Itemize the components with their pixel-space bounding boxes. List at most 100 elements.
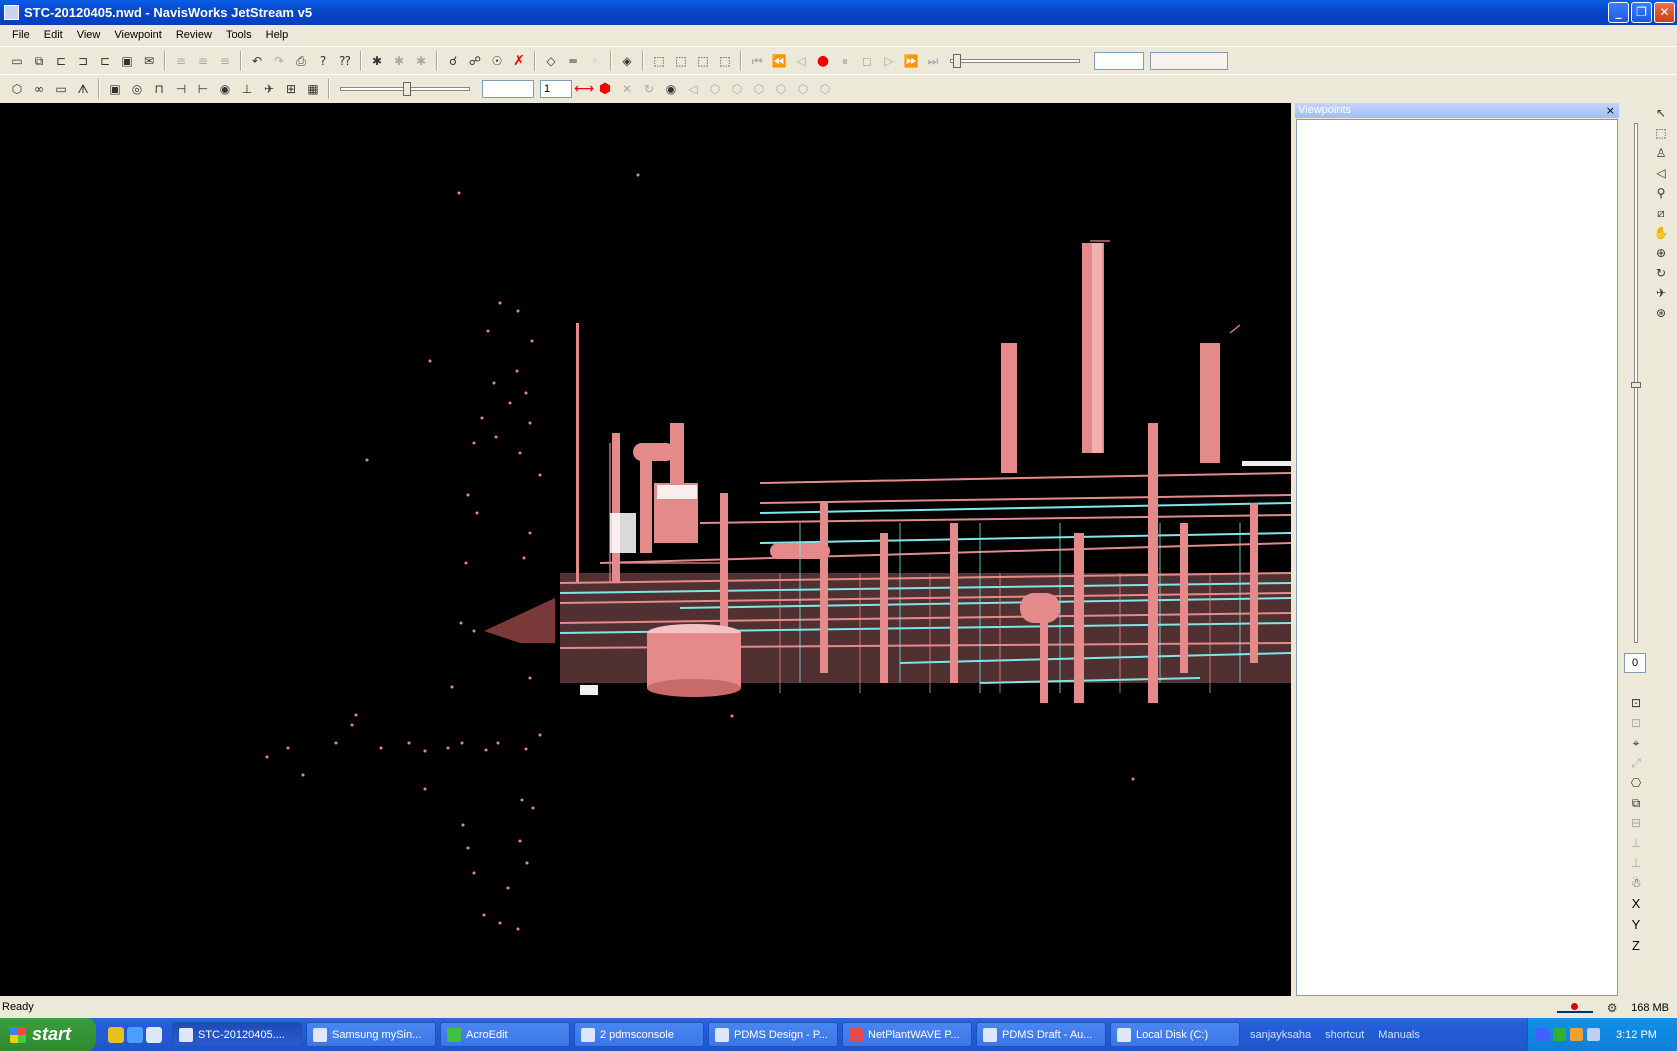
save-icon[interactable]: ▣ [118,52,136,70]
hide-unselected-icon[interactable]: ☉ [488,52,506,70]
require-icon[interactable]: ☍ [466,52,484,70]
section-view-7-icon[interactable]: ⬡ [816,80,834,98]
menu-tools[interactable]: Tools [219,29,259,41]
menu-edit[interactable]: Edit [37,29,70,41]
context-help-icon[interactable]: ⁇ [336,52,354,70]
line-icon[interactable]: ◇ [542,52,560,70]
select-box-icon[interactable]: ⬚ [1652,124,1670,142]
section-view-4-icon[interactable]: ⬡ [750,80,768,98]
delete-icon[interactable]: ✕ [618,80,636,98]
tree-icon[interactable]: ⊣ [172,80,190,98]
viewpoints-list[interactable] [1296,119,1618,996]
go-to-end-icon[interactable]: ⏭ [924,52,942,70]
step-back-icon[interactable]: ⏪ [770,52,788,70]
saved-viewpoints-icon[interactable]: ◎ [128,80,146,98]
section-view-6-icon[interactable]: ⬡ [794,80,812,98]
minimize-button[interactable]: _ [1608,2,1629,23]
select-pointer-icon[interactable]: ↖ [1652,104,1670,122]
tray-security-icon[interactable] [1553,1028,1566,1041]
zoom-selected-icon[interactable]: ⊡ [1627,714,1645,732]
point-icon[interactable]: ◦ [586,52,604,70]
close-button[interactable]: ✕ [1654,2,1675,23]
record-icon[interactable]: ● [814,52,832,70]
email-icon[interactable]: ✉ [140,52,158,70]
crouch-icon[interactable]: ⊥ [1627,854,1645,872]
view-cube-top-icon[interactable]: ⬚ [694,52,712,70]
view-cube-iso-icon[interactable]: ⬚ [716,52,734,70]
menu-file[interactable]: File [5,29,37,41]
task-navisworks[interactable]: STC-20120405.... [172,1022,302,1047]
turntable-icon[interactable]: ⊛ [1652,304,1670,322]
open-folder-icon[interactable]: ⊏ [52,52,70,70]
redo-icon[interactable]: ↷ [270,52,288,70]
chrome-icon[interactable] [108,1026,124,1043]
select-tree-icon[interactable]: ✱ [368,52,386,70]
menu-help[interactable]: Help [259,29,296,41]
align-right-icon[interactable]: ≡ [216,52,234,70]
menu-view[interactable]: View [70,29,108,41]
zoom-icon[interactable]: ⚲ [1652,184,1670,202]
y-axis-label[interactable]: Y [1632,917,1641,932]
go-to-start-icon[interactable]: ⏮ [748,52,766,70]
unhide-all-icon[interactable]: ✗ [510,52,528,70]
section-slider[interactable] [340,81,470,96]
section-value-field[interactable] [482,79,534,98]
show-desktop-icon[interactable] [146,1026,162,1043]
view-cube-side-icon[interactable]: ⬚ [672,52,690,70]
selection-sets-icon[interactable]: ✱ [412,52,430,70]
section-view-2-icon[interactable]: ⬡ [706,80,724,98]
task-samsung[interactable]: Samsung mySin... [306,1022,436,1047]
align-center-icon[interactable]: ≡ [194,52,212,70]
rotate-icon[interactable]: ↻ [640,80,658,98]
z-axis-label[interactable]: Z [1632,938,1640,953]
fly-icon[interactable]: ✈ [1652,284,1670,302]
focus-icon[interactable]: ⌖ [1627,734,1645,752]
measure-icon[interactable]: ᗑ [74,80,92,98]
task-acroedit[interactable]: AcroEdit [440,1022,570,1047]
section-view-3-icon[interactable]: ⬡ [728,80,746,98]
append-icon[interactable]: ⧉ [30,52,48,70]
viewpoint-camera-icon[interactable]: ▣ [106,80,124,98]
perspective-icon[interactable]: ⎔ [1627,774,1645,792]
orbit-icon[interactable]: ⊕ [1652,244,1670,262]
help-icon[interactable]: ? [314,52,332,70]
animation-frame-field[interactable] [1094,51,1144,70]
orthographic-icon[interactable]: ⧉ [1627,794,1645,812]
zoom-slider[interactable] [1631,123,1641,643]
task-local-disk[interactable]: Local Disk (C:) [1110,1022,1240,1047]
stop-icon[interactable]: ◻ [858,52,876,70]
merge-icon[interactable]: ⊏ [96,52,114,70]
section-select[interactable]: 1 [540,79,572,98]
section-view-1-icon[interactable]: ◁ [684,80,702,98]
gravity-icon[interactable]: ⊥ [1627,834,1645,852]
menu-viewpoint[interactable]: Viewpoint [107,29,169,41]
table-icon[interactable]: ▦ [304,80,322,98]
undo-icon[interactable]: ↶ [248,52,266,70]
clipping-plane-icon[interactable]: ⟷ [574,80,594,98]
start-button[interactable]: start [0,1018,96,1051]
3d-viewport[interactable] [0,103,1291,996]
third-person-icon[interactable]: ☃ [1627,874,1645,892]
print-icon[interactable]: ⎙ [292,52,310,70]
tray-app-icon[interactable] [1570,1028,1583,1041]
comment-icon[interactable]: ▭ [52,80,70,98]
new-file-icon[interactable]: ▭ [8,52,26,70]
task-netplantwave[interactable]: NetPlantWAVE P... [842,1022,972,1047]
section-target-icon[interactable]: ◉ [662,80,680,98]
collision-icon[interactable]: ✈ [260,80,278,98]
viewpoints-close-icon[interactable]: × [1606,103,1615,118]
zoom-all-icon[interactable]: ⊡ [1627,694,1645,712]
look-around-icon[interactable]: ◁ [1652,164,1670,182]
select-icon[interactable]: ⬡ [8,80,26,98]
restore-button[interactable]: ❐ [1631,2,1652,23]
task-pdmsconsole[interactable]: 2 pdmsconsole [574,1022,704,1047]
tray-network-icon[interactable] [1587,1028,1600,1041]
toolbar-manuals[interactable]: Manuals [1378,1029,1420,1041]
x-axis-label[interactable]: X [1632,896,1641,911]
animation-slider[interactable] [950,53,1080,68]
hide-icon[interactable]: ☌ [444,52,462,70]
straighten-icon[interactable]: ⊟ [1627,814,1645,832]
hierarchy-icon[interactable]: ⊢ [194,80,212,98]
tray-back-icon[interactable] [1536,1028,1549,1041]
scale-icon[interactable]: ⤢ [1627,754,1645,772]
